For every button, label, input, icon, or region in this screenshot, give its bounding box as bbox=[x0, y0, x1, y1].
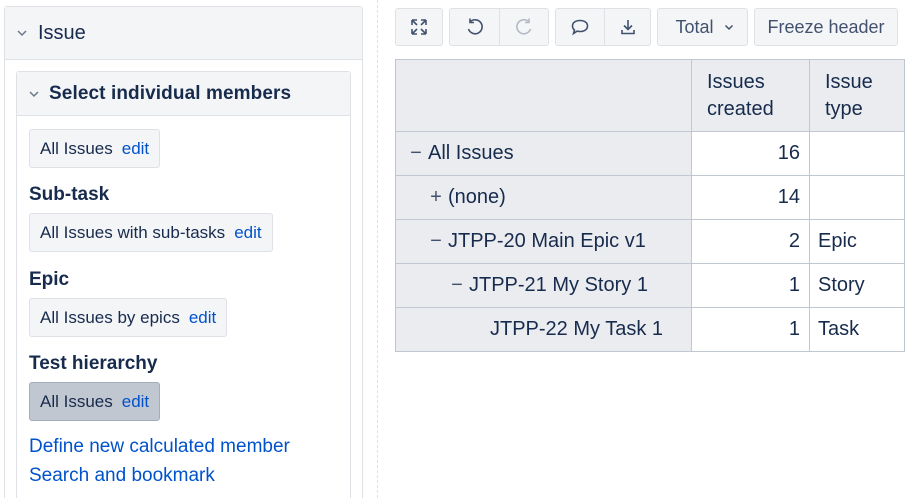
table-row: JTPP-22 My Task 1 1 Task bbox=[395, 307, 905, 352]
row-label: JTPP-20 Main Epic v1 bbox=[448, 230, 646, 252]
issue-type-cell[interactable] bbox=[809, 175, 905, 220]
row-header-cell[interactable]: − JTPP-21 My Story 1 bbox=[395, 263, 692, 308]
table-row: + (none) 14 bbox=[395, 175, 905, 220]
chevron-down-icon[interactable] bbox=[29, 89, 39, 99]
issue-dimension-panel: Issue Select individual members All Issu… bbox=[4, 6, 363, 498]
table-row: − JTPP-21 My Story 1 1 Story bbox=[395, 263, 905, 308]
define-calculated-member-link[interactable]: Define new calculated member bbox=[29, 436, 290, 458]
total-dropdown[interactable]: Total bbox=[658, 9, 747, 45]
member-edit-link[interactable]: edit bbox=[122, 139, 149, 159]
issue-type-cell[interactable]: Task bbox=[809, 307, 905, 352]
member-chip-test-hierarchy: All Issues edit bbox=[29, 382, 161, 421]
expand-icon bbox=[409, 17, 429, 37]
column-header-issue-type[interactable]: Issue type bbox=[809, 59, 905, 132]
section-label-subtask: Sub-task bbox=[29, 184, 110, 205]
column-header-issues-created[interactable]: Issues created bbox=[691, 59, 810, 132]
issue-panel-title: Issue bbox=[38, 21, 86, 44]
member-edit-link[interactable]: edit bbox=[234, 223, 261, 243]
undo-icon bbox=[465, 17, 485, 37]
member-chip-label: All Issues bbox=[40, 391, 113, 411]
member-chip-label: All Issues bbox=[40, 138, 113, 158]
undo-button[interactable] bbox=[450, 9, 499, 45]
row-header-cell[interactable]: JTPP-22 My Task 1 bbox=[395, 307, 692, 352]
report-table: Issues created Issue type − All Issues 16… bbox=[395, 59, 905, 352]
row-label: JTPP-21 My Story 1 bbox=[469, 274, 648, 296]
member-edit-link[interactable]: edit bbox=[189, 308, 216, 328]
member-chip-subtask: All Issues with sub-tasks edit bbox=[29, 213, 273, 252]
row-label: All Issues bbox=[428, 142, 514, 164]
comment-button[interactable] bbox=[556, 9, 604, 45]
member-chip-label: All Issues by epics bbox=[40, 307, 180, 327]
total-label: Total bbox=[675, 16, 714, 37]
issue-type-cell[interactable] bbox=[809, 131, 905, 176]
row-header-cell[interactable]: − JTPP-20 Main Epic v1 bbox=[395, 219, 692, 264]
section-label-epic: Epic bbox=[29, 269, 70, 290]
member-chip-all-issues: All Issues edit bbox=[29, 129, 161, 168]
row-label: (none) bbox=[448, 186, 506, 208]
freeze-header-button[interactable]: Freeze header bbox=[755, 9, 897, 45]
section-label-test-hierarchy: Test hierarchy bbox=[29, 353, 158, 374]
member-chip-epic: All Issues by epics edit bbox=[29, 298, 228, 337]
row-header-cell[interactable]: − All Issues bbox=[395, 131, 692, 176]
table-row: − All Issues 16 bbox=[395, 131, 905, 176]
select-members-header[interactable]: Select individual members bbox=[17, 72, 350, 116]
issues-created-cell[interactable]: 16 bbox=[691, 131, 810, 176]
redo-icon bbox=[514, 17, 534, 37]
collapse-icon[interactable]: − bbox=[449, 274, 465, 297]
table-row: − JTPP-20 Main Epic v1 2 Epic bbox=[395, 219, 905, 264]
comment-icon bbox=[570, 17, 590, 37]
select-members-title: Select individual members bbox=[49, 82, 292, 104]
member-edit-link[interactable]: edit bbox=[122, 392, 149, 412]
expand-button[interactable] bbox=[396, 9, 442, 45]
redo-button[interactable] bbox=[499, 9, 548, 45]
download-button[interactable] bbox=[604, 9, 650, 45]
download-icon bbox=[618, 17, 638, 37]
table-header-row: Issues created Issue type bbox=[395, 59, 905, 132]
issues-created-cell[interactable]: 14 bbox=[691, 175, 810, 220]
comment-download-group bbox=[555, 8, 651, 46]
issue-type-cell[interactable]: Epic bbox=[809, 219, 905, 264]
issue-panel-header[interactable]: Issue bbox=[5, 7, 362, 60]
undo-redo-group bbox=[449, 8, 549, 46]
select-members-panel: Select individual members All Issues edi… bbox=[16, 71, 351, 498]
collapse-icon[interactable]: − bbox=[408, 142, 424, 165]
chevron-down-icon bbox=[724, 22, 734, 32]
issues-created-cell[interactable]: 2 bbox=[691, 219, 810, 264]
row-header-cell[interactable]: + (none) bbox=[395, 175, 692, 220]
expand-plus-icon[interactable]: + bbox=[428, 186, 444, 209]
total-dropdown-group: Total bbox=[657, 8, 748, 46]
search-bookmark-link[interactable]: Search and bookmark bbox=[29, 465, 215, 487]
issues-created-cell[interactable]: 1 bbox=[691, 307, 810, 352]
row-label: JTPP-22 My Task 1 bbox=[490, 318, 664, 340]
chevron-down-icon[interactable] bbox=[17, 28, 27, 38]
freeze-header-group: Freeze header bbox=[754, 8, 898, 46]
panel-divider bbox=[377, 0, 378, 498]
collapse-icon[interactable]: − bbox=[428, 230, 444, 253]
corner-header-cell bbox=[395, 59, 692, 132]
issues-created-cell[interactable]: 1 bbox=[691, 263, 810, 308]
issue-type-cell[interactable]: Story bbox=[809, 263, 905, 308]
expand-button-group bbox=[395, 8, 443, 46]
member-chip-label: All Issues with sub-tasks bbox=[40, 222, 226, 242]
